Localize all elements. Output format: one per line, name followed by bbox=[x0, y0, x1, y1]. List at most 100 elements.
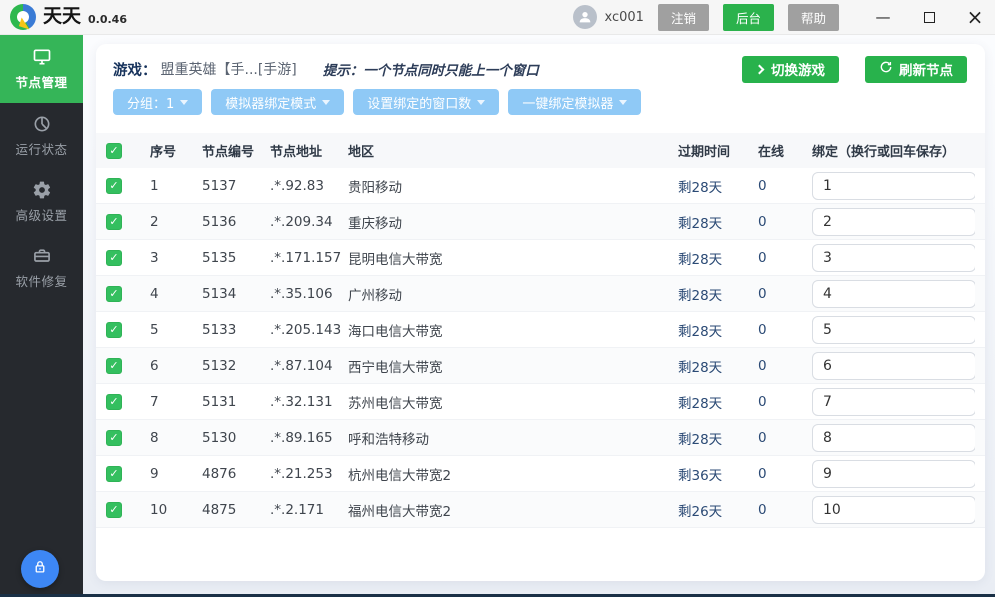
seq-cell: 10 bbox=[150, 502, 202, 518]
bind-input[interactable] bbox=[812, 172, 975, 200]
online-cell: 0 bbox=[758, 394, 812, 410]
address-cell: .*.87.104 bbox=[270, 358, 348, 374]
bind-input[interactable] bbox=[812, 424, 975, 452]
game-name: 盟重英雄【手...[手游] bbox=[161, 59, 297, 79]
bind-input[interactable] bbox=[812, 280, 975, 308]
bind-cell bbox=[812, 244, 975, 272]
expires-cell: 剩36天 bbox=[678, 464, 758, 484]
online-cell: 0 bbox=[758, 286, 812, 302]
seq-cell: 7 bbox=[150, 394, 202, 410]
table-row: ✓85130.*.89.165呼和浩特移动剩28天0 bbox=[96, 420, 985, 456]
window-controls: — × bbox=[875, 9, 983, 25]
chevron-down-icon bbox=[619, 100, 627, 105]
lock-button[interactable] bbox=[21, 550, 59, 588]
online-cell: 0 bbox=[758, 466, 812, 482]
one-key-bind-dropdown[interactable]: 一键绑定模拟器 bbox=[508, 89, 641, 115]
sidebar-item-label: 高级设置 bbox=[15, 205, 67, 224]
sidebar-item-advanced-settings[interactable]: 高级设置 bbox=[0, 169, 83, 235]
bind-input[interactable] bbox=[812, 388, 975, 416]
minimize-button[interactable]: — bbox=[875, 9, 891, 25]
sidebar-item-node-management[interactable]: 节点管理 bbox=[0, 35, 83, 103]
check-icon: ✓ bbox=[109, 396, 118, 407]
expires-cell: 剩28天 bbox=[678, 392, 758, 412]
node-id-cell: 4876 bbox=[202, 466, 270, 482]
user-avatar-icon bbox=[573, 5, 597, 29]
check-icon: ✓ bbox=[109, 216, 118, 227]
row-checkbox[interactable]: ✓ bbox=[106, 430, 122, 446]
table-row: ✓75131.*.32.131苏州电信大带宽剩28天0 bbox=[96, 384, 985, 420]
row-checkbox[interactable]: ✓ bbox=[106, 250, 122, 266]
region-cell: 西宁电信大带宽 bbox=[348, 356, 678, 376]
refresh-nodes-button[interactable]: 刷新节点 bbox=[865, 56, 967, 83]
bind-input[interactable] bbox=[812, 496, 975, 524]
help-button[interactable]: 帮助 bbox=[788, 4, 839, 31]
expires-cell: 剩28天 bbox=[678, 320, 758, 340]
bind-input[interactable] bbox=[812, 352, 975, 380]
sidebar-item-run-status[interactable]: 运行状态 bbox=[0, 103, 83, 169]
check-icon: ✓ bbox=[109, 180, 118, 191]
check-icon: ✓ bbox=[109, 360, 118, 371]
filter-row: 分组：1 模拟器绑定模式 设置绑定的窗口数 一键绑定模拟器 bbox=[113, 89, 641, 115]
game-label: 游戏： bbox=[113, 59, 157, 80]
switch-game-button[interactable]: 切换游戏 bbox=[742, 56, 839, 83]
bind-input[interactable] bbox=[812, 316, 975, 344]
row-checkbox[interactable]: ✓ bbox=[106, 502, 122, 518]
bind-cell bbox=[812, 460, 975, 488]
bind-input[interactable] bbox=[812, 208, 975, 236]
switch-game-label: 切换游戏 bbox=[771, 59, 825, 79]
col-online: 在线 bbox=[758, 141, 812, 160]
node-id-cell: 5131 bbox=[202, 394, 270, 410]
app-window: 天天 0.0.46 xc001 注销 后台 帮助 — × 节点管理 bbox=[0, 0, 995, 597]
region-cell: 重庆移动 bbox=[348, 212, 678, 232]
region-cell: 海口电信大带宽 bbox=[348, 320, 678, 340]
expires-cell: 剩28天 bbox=[678, 212, 758, 232]
seq-cell: 5 bbox=[150, 322, 202, 338]
bind-input[interactable] bbox=[812, 244, 975, 272]
backend-button[interactable]: 后台 bbox=[723, 4, 774, 31]
expires-cell: 剩28天 bbox=[678, 428, 758, 448]
maximize-button[interactable] bbox=[921, 9, 937, 25]
window-count-dropdown[interactable]: 设置绑定的窗口数 bbox=[353, 89, 499, 115]
address-cell: .*.32.131 bbox=[270, 394, 348, 410]
row-checkbox[interactable]: ✓ bbox=[106, 322, 122, 338]
username: xc001 bbox=[605, 10, 644, 25]
select-all-checkbox[interactable]: ✓ bbox=[106, 143, 122, 159]
address-cell: .*.92.83 bbox=[270, 178, 348, 194]
one-key-bind-label: 一键绑定模拟器 bbox=[522, 93, 613, 112]
game-tip: 提示：一个节点同时只能上一个窗口 bbox=[323, 59, 539, 79]
row-checkbox-cell: ✓ bbox=[106, 357, 150, 374]
row-checkbox[interactable]: ✓ bbox=[106, 394, 122, 410]
region-cell: 福州电信大带宽2 bbox=[348, 500, 678, 520]
table-row: ✓45134.*.35.106广州移动剩28天0 bbox=[96, 276, 985, 312]
close-button[interactable]: × bbox=[967, 9, 983, 25]
bind-cell bbox=[812, 208, 975, 236]
node-id-cell: 5135 bbox=[202, 250, 270, 266]
group-dropdown-label: 分组：1 bbox=[127, 93, 174, 112]
row-checkbox[interactable]: ✓ bbox=[106, 358, 122, 374]
row-checkbox[interactable]: ✓ bbox=[106, 214, 122, 230]
node-id-cell: 4875 bbox=[202, 502, 270, 518]
header-actions: 切换游戏 刷新节点 bbox=[742, 56, 967, 83]
row-checkbox[interactable]: ✓ bbox=[106, 178, 122, 194]
bind-input[interactable] bbox=[812, 460, 975, 488]
row-checkbox[interactable]: ✓ bbox=[106, 286, 122, 302]
row-checkbox[interactable]: ✓ bbox=[106, 466, 122, 482]
sidebar-item-software-repair[interactable]: 软件修复 bbox=[0, 235, 83, 301]
group-dropdown[interactable]: 分组：1 bbox=[113, 89, 202, 115]
chevron-right-icon bbox=[755, 64, 765, 74]
online-cell: 0 bbox=[758, 250, 812, 266]
logout-button[interactable]: 注销 bbox=[658, 4, 709, 31]
sidebar-item-label: 节点管理 bbox=[15, 72, 67, 91]
bind-cell bbox=[812, 172, 975, 200]
row-checkbox-cell: ✓ bbox=[106, 393, 150, 410]
emulator-bind-mode-dropdown[interactable]: 模拟器绑定模式 bbox=[211, 89, 344, 115]
col-expires: 过期时间 bbox=[678, 141, 758, 160]
maximize-icon bbox=[924, 12, 935, 23]
address-cell: .*.205.143 bbox=[270, 322, 348, 338]
sidebar-item-label: 软件修复 bbox=[15, 271, 67, 290]
app-version: 0.0.46 bbox=[88, 13, 127, 30]
check-icon: ✓ bbox=[109, 145, 118, 156]
row-checkbox-cell: ✓ bbox=[106, 285, 150, 302]
table-row: ✓15137.*.92.83贵阳移动剩28天0 bbox=[96, 168, 985, 204]
toolbox-icon bbox=[32, 246, 52, 266]
